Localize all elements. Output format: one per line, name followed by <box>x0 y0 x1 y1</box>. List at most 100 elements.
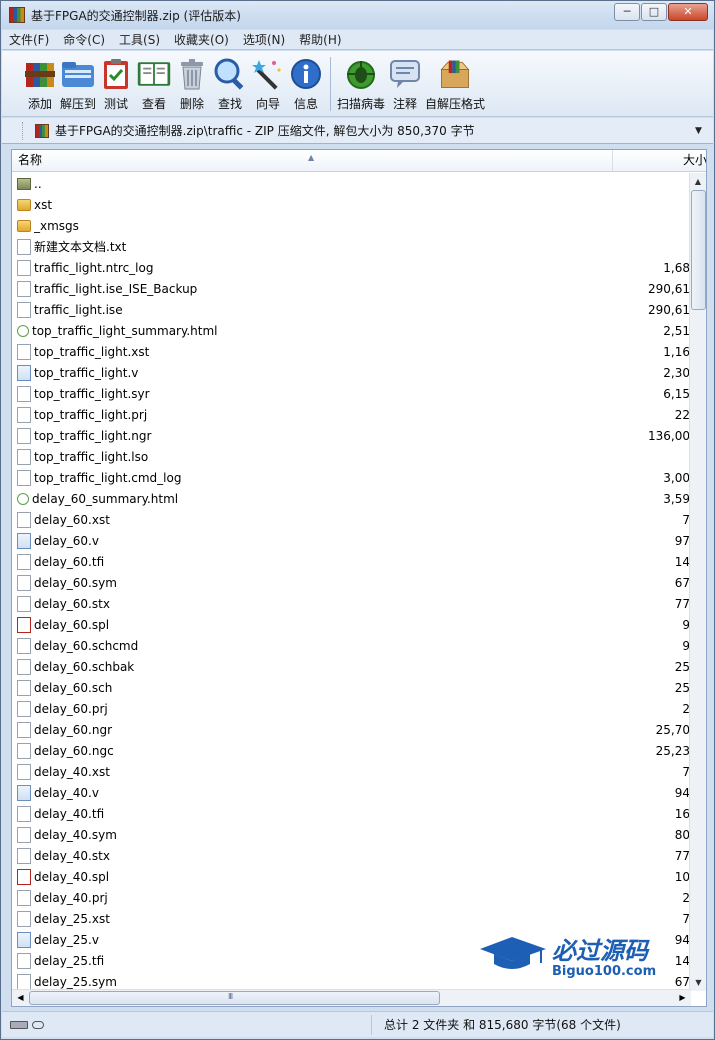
column-name-label: 名称 <box>18 153 43 167</box>
file-size: 290,61 <box>648 302 690 317</box>
file-icon <box>17 637 31 654</box>
menu-favorites[interactable]: 收藏夹(O) <box>167 31 236 48</box>
file-row[interactable]: traffic_light.ise 290,61 <box>12 299 690 320</box>
file-row[interactable]: delay_60.schcmd 9 <box>12 635 690 656</box>
file-name: delay_60.spl <box>34 617 110 632</box>
file-size: 94 <box>674 785 690 800</box>
file-row[interactable]: delay_25.xst 7 <box>12 908 690 929</box>
winrar-app-icon <box>9 7 25 23</box>
file-name: delay_60.tfi <box>34 554 105 569</box>
menu-help[interactable]: 帮助(H) <box>292 31 348 48</box>
key-icon[interactable] <box>32 1020 44 1029</box>
file-name: delay_60.stx <box>34 596 110 611</box>
menu-bar: 文件(F) 命令(C) 工具(S) 收藏夹(O) 选项(N) 帮助(H) <box>2 30 713 50</box>
file-row[interactable]: delay_25.v 94 <box>12 929 690 950</box>
column-name-header[interactable]: 名称 ▲ <box>12 150 613 171</box>
scroll-up-icon[interactable]: ▲ <box>690 173 706 190</box>
file-list: 名称 ▲ 大小 .. xst _xmsgs 新建文本文档.txt traffic_lig… <box>11 149 707 1007</box>
file-row[interactable]: xst <box>12 194 690 215</box>
virus-scan-button[interactable]: 扫描病毒 <box>337 51 385 113</box>
magnifier-icon <box>212 56 248 92</box>
file-icon <box>17 553 31 570</box>
add-button[interactable]: 添加 <box>22 51 58 113</box>
scroll-down-icon[interactable]: ▼ <box>690 974 706 991</box>
verilog-file-icon <box>17 931 31 948</box>
minimize-button[interactable]: ─ <box>614 3 640 21</box>
vertical-scrollbar[interactable]: ▲ ▼ <box>689 173 706 991</box>
file-row[interactable]: _xmsgs <box>12 215 690 236</box>
menu-commands[interactable]: 命令(C) <box>56 31 112 48</box>
file-icon <box>17 427 31 444</box>
file-icon <box>17 574 31 591</box>
info-button[interactable]: 信息 <box>288 51 324 113</box>
file-row[interactable]: top_traffic_light_summary.html 2,51 <box>12 320 690 341</box>
file-row[interactable]: top_traffic_light.cmd_log 3,00 <box>12 467 690 488</box>
extract-to-label: 解压到 <box>60 97 97 111</box>
maximize-button[interactable]: □ <box>641 3 667 21</box>
folder-icon <box>17 198 31 211</box>
file-row[interactable]: delay_40.xst 7 <box>12 761 690 782</box>
file-size: 1,68 <box>663 260 690 275</box>
file-row[interactable]: delay_40.tfi 16 <box>12 803 690 824</box>
sfx-label: 自解压格式 <box>425 97 486 111</box>
file-row[interactable]: delay_40.v 94 <box>12 782 690 803</box>
delete-button[interactable]: 删除 <box>174 51 210 113</box>
comment-button[interactable]: 注释 <box>387 51 423 113</box>
file-row[interactable]: delay_60.ngc 25,23 <box>12 740 690 761</box>
file-row[interactable]: .. <box>12 173 690 194</box>
file-name: delay_40.sym <box>34 827 117 842</box>
title-bar[interactable]: 基于FPGA的交通控制器.zip (评估版本) ─ □ ✕ <box>1 1 714 29</box>
file-row[interactable]: delay_60.sch 25 <box>12 677 690 698</box>
chevron-down-icon[interactable]: ▼ <box>695 126 709 136</box>
find-button[interactable]: 查找 <box>212 51 248 113</box>
column-size-header[interactable]: 大小 <box>613 150 706 171</box>
menu-tools[interactable]: 工具(S) <box>112 31 167 48</box>
file-row[interactable]: top_traffic_light.syr 6,15 <box>12 383 690 404</box>
file-size: 10 <box>674 869 690 884</box>
file-size: 2,51 <box>663 323 690 338</box>
vertical-scroll-thumb[interactable] <box>691 190 706 310</box>
address-bar[interactable]: 基于FPGA的交通控制器.zip\traffic - ZIP 压缩文件, 解包大… <box>2 118 713 144</box>
test-button[interactable]: 测试 <box>98 51 134 113</box>
file-row[interactable]: delay_40.sym 80 <box>12 824 690 845</box>
file-row[interactable]: delay_60.spl 9 <box>12 614 690 635</box>
file-row[interactable]: top_traffic_light.v 2,30 <box>12 362 690 383</box>
file-row[interactable]: delay_60.xst 7 <box>12 509 690 530</box>
file-row[interactable]: top_traffic_light.prj 22 <box>12 404 690 425</box>
file-row[interactable]: delay_60.v 97 <box>12 530 690 551</box>
file-row[interactable]: delay_60.schbak 25 <box>12 656 690 677</box>
file-row[interactable]: delay_25.tfi 14 <box>12 950 690 971</box>
wizard-button[interactable]: 向导 <box>250 51 286 113</box>
file-row[interactable]: traffic_light.ise_ISE_Backup 290,61 <box>12 278 690 299</box>
sfx-button[interactable]: 自解压格式 <box>425 51 485 113</box>
file-row[interactable]: top_traffic_light.lso <box>12 446 690 467</box>
close-button[interactable]: ✕ <box>668 3 708 21</box>
file-row[interactable]: delay_40.spl 10 <box>12 866 690 887</box>
menu-options[interactable]: 选项(N) <box>236 31 292 48</box>
extract-to-button[interactable]: 解压到 <box>60 51 96 113</box>
view-label: 查看 <box>142 97 167 111</box>
file-row[interactable]: delay_60.tfi 14 <box>12 551 690 572</box>
file-size: 25,23 <box>655 743 690 758</box>
drive-icon[interactable] <box>10 1020 28 1029</box>
file-row[interactable]: delay_40.stx 77 <box>12 845 690 866</box>
file-row[interactable]: delay_40.prj 2 <box>12 887 690 908</box>
scroll-right-icon[interactable]: ▶ <box>674 990 691 1006</box>
file-row[interactable]: top_traffic_light.xst 1,16 <box>12 341 690 362</box>
view-button[interactable]: 查看 <box>136 51 172 113</box>
horizontal-scrollbar[interactable]: ◀ III ▶ <box>12 989 691 1006</box>
file-row[interactable]: top_traffic_light.ngr 136,00 <box>12 425 690 446</box>
file-row[interactable]: traffic_light.ntrc_log 1,68 <box>12 257 690 278</box>
file-row[interactable]: delay_60.sym 67 <box>12 572 690 593</box>
file-row[interactable]: delay_60.prj 2 <box>12 698 690 719</box>
test-clipboard-icon <box>98 56 134 92</box>
file-row[interactable]: 新建文本文档.txt <box>12 236 690 257</box>
file-row[interactable]: delay_60.stx 77 <box>12 593 690 614</box>
file-row[interactable]: delay_60_summary.html 3,59 <box>12 488 690 509</box>
file-row[interactable]: delay_60.ngr 25,70 <box>12 719 690 740</box>
scroll-left-icon[interactable]: ◀ <box>12 990 29 1006</box>
horizontal-scroll-thumb[interactable]: III <box>29 991 440 1005</box>
file-name: delay_60_summary.html <box>32 491 179 506</box>
menu-file[interactable]: 文件(F) <box>2 31 56 48</box>
file-name: _xmsgs <box>34 218 79 233</box>
